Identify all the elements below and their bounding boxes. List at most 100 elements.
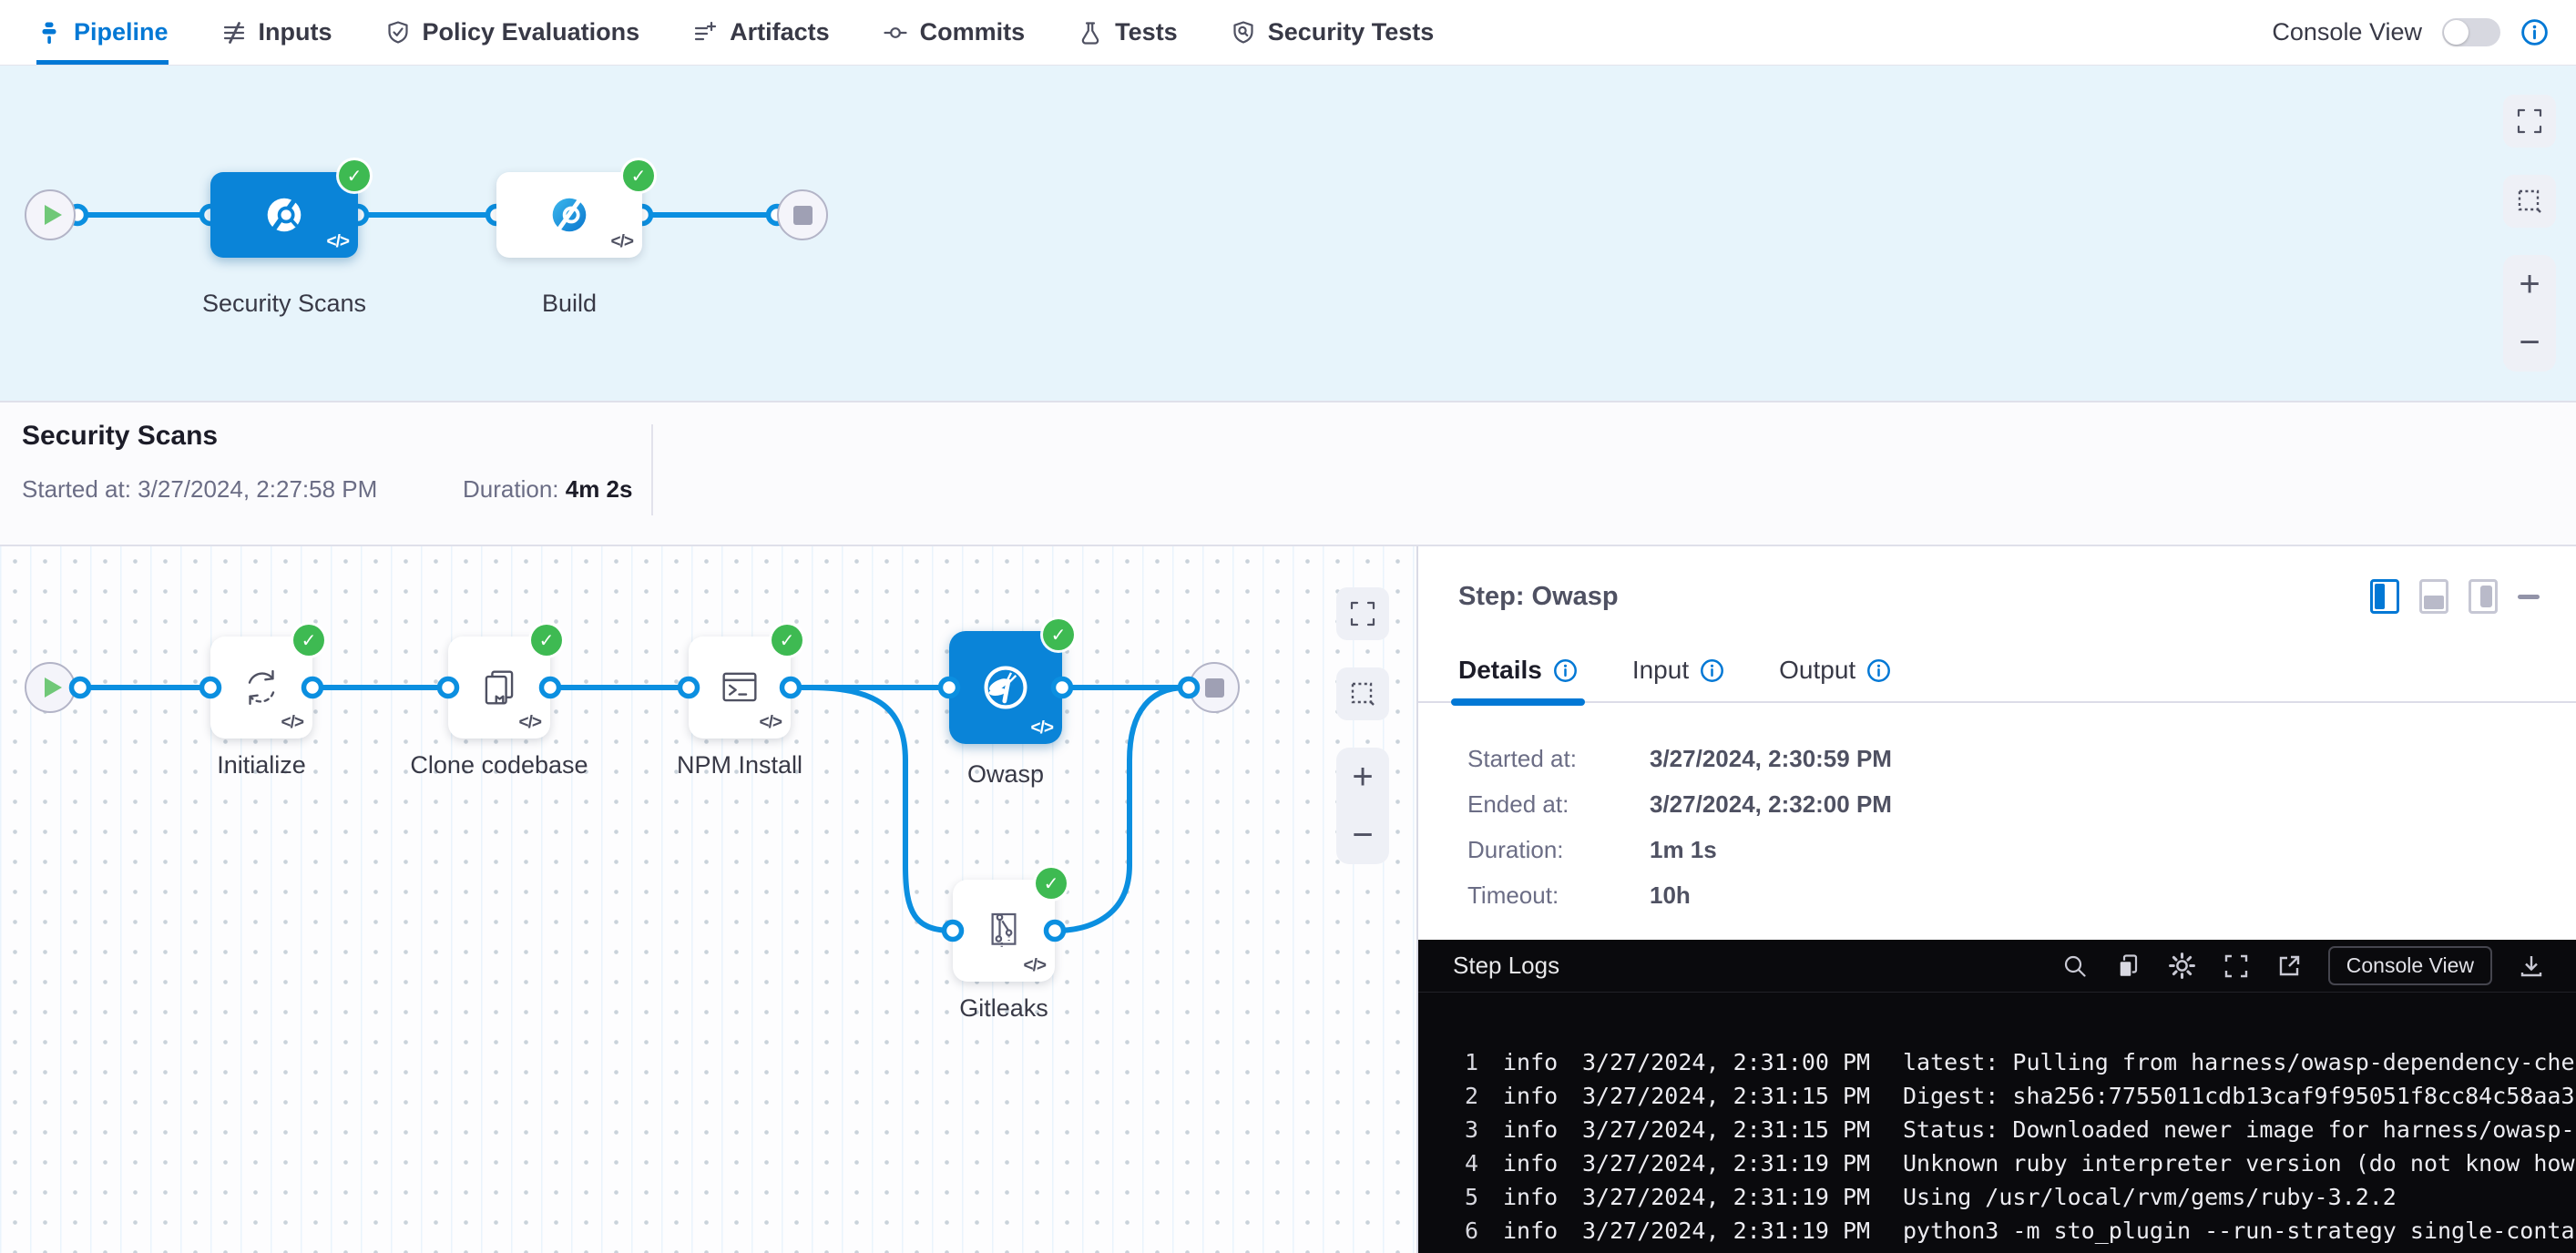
zoom-in-button[interactable]: + [2503,266,2556,302]
step-start-node[interactable] [25,662,76,713]
tab-details[interactable]: Details [1458,656,1578,701]
step-zoom-controls: + − [1336,748,1389,864]
log-line[interactable]: 6 info 3/27/2024, 2:31:19 PM python3 -m … [1440,1214,2576,1248]
log-level: info [1503,1116,1559,1143]
log-line[interactable]: 1 info 3/27/2024, 2:31:00 PM latest: Pul… [1440,1045,2576,1079]
search-logs-icon[interactable] [2061,952,2089,980]
expand-icon [1349,600,1376,627]
stage-select-area-button[interactable] [2503,175,2556,228]
panel-header: Step: Owasp [1418,546,2576,630]
tab-input[interactable]: Input [1632,656,1724,701]
tab-tests[interactable]: Tests [1078,0,1178,65]
zoom-out-button[interactable]: − [1336,817,1389,853]
copy-logs-icon[interactable] [2114,952,2142,980]
log-timestamp: 3/27/2024, 2:31:19 PM [1582,1184,1885,1210]
step-node-npm-install[interactable]: ✓ </> [689,637,791,739]
layout-bottom-view-button[interactable] [2419,579,2448,614]
marquee-icon [1349,680,1376,708]
log-settings-icon[interactable] [2167,951,2197,981]
log-line[interactable]: 3 info 3/27/2024, 2:31:15 PM Status: Dow… [1440,1113,2576,1146]
console-view-info-icon[interactable] [2520,18,2549,46]
step-label-clone-codebase: Clone codebase [375,751,623,779]
download-logs-icon[interactable] [2518,952,2545,980]
logs-console-view-button[interactable]: Console View [2328,946,2492,985]
layout-right-view-button[interactable] [2370,579,2399,614]
log-level: info [1503,1150,1559,1177]
zoom-in-button[interactable]: + [1336,759,1389,795]
log-line[interactable]: 4 info 3/27/2024, 2:31:19 PM Unknown rub… [1440,1146,2576,1180]
code-icon: </> [327,232,349,252]
step-node-owasp[interactable]: ✓ </> [949,631,1062,744]
zoom-out-button[interactable]: − [2503,324,2556,361]
log-line[interactable]: 2 info 3/27/2024, 2:31:15 PM Digest: sha… [1440,1079,2576,1113]
code-icon: </> [281,713,303,733]
minimize-panel-button[interactable] [2518,595,2540,599]
log-message: Status: Downloaded newer image for harne… [1903,1116,2576,1143]
open-logs-external-icon[interactable] [2275,952,2303,980]
tab-label: Commits [920,18,1026,46]
code-icon: </> [519,713,541,733]
step-label-npm-install: NPM Install [616,751,864,779]
initialize-icon [238,664,285,711]
log-message: python3 -m sto_plugin --run-strategy sin… [1903,1217,2576,1244]
layout-float-view-button[interactable] [2469,579,2498,614]
tab-pipeline[interactable]: Pipeline [36,0,169,65]
pipeline-icon [36,20,62,46]
step-select-area-button[interactable] [1336,667,1389,720]
build-stage-icon [544,189,595,240]
success-badge: ✓ [1036,868,1067,899]
detail-value: 3/27/2024, 2:32:00 PM [1650,790,1892,819]
detail-value: 10h [1650,881,1892,910]
lower-split: ✓ </> Initialize ✓ </> Clone codebase [0,546,2576,1253]
step-node-initialize[interactable]: ✓ </> [210,637,312,739]
fullscreen-logs-icon[interactable] [2223,952,2250,980]
step-label-initialize: Initialize [165,751,358,779]
output-info-icon[interactable] [1866,658,1891,683]
log-line[interactable]: 5 info 3/27/2024, 2:31:19 PM Using /usr/… [1440,1180,2576,1214]
console-view-toggle[interactable] [2442,18,2500,46]
step-node-gitleaks[interactable]: ✓ </> [953,880,1055,982]
step-logs-title: Step Logs [1453,952,1559,980]
stage-end-node[interactable] [777,189,828,240]
step-details-panel: Step: Owasp Details [1418,546,2576,1253]
detail-label: Duration: [1467,836,1650,864]
tab-label: Security Tests [1268,18,1435,46]
stage-fit-view-button[interactable] [2503,95,2556,148]
stage-node-security-scans[interactable]: ✓ </> [210,172,358,258]
stage-start-node[interactable] [25,189,76,240]
step-canvas-controls: + − [1336,587,1389,864]
log-level: info [1503,1083,1559,1109]
log-timestamp: 3/27/2024, 2:31:00 PM [1582,1049,1885,1075]
step-node-clone-codebase[interactable]: ✓ </> [448,637,550,739]
tab-security-tests[interactable]: Security Tests [1231,0,1435,65]
tab-policy-evaluations[interactable]: Policy Evaluations [385,0,640,65]
policy-evaluations-icon [385,20,411,46]
tab-artifacts[interactable]: Artifacts [692,0,830,65]
pipeline-execution-page: Pipeline Inputs Policy Evaluations [0,0,2576,1253]
tab-label: Tests [1115,18,1178,46]
stop-icon [793,206,813,225]
play-icon [45,205,62,225]
step-fit-view-button[interactable] [1336,587,1389,640]
details-info-icon[interactable] [1553,658,1578,683]
input-info-icon[interactable] [1700,658,1724,683]
gitleaks-icon [979,906,1028,955]
tab-inputs[interactable]: Inputs [221,0,332,65]
log-message: Unknown ruby interpreter version (do not… [1903,1150,2576,1177]
play-icon [45,677,62,698]
tab-output[interactable]: Output [1779,656,1891,701]
tab-label: Details [1458,656,1542,685]
tab-label: Output [1779,656,1855,685]
detail-value: 3/27/2024, 2:30:59 PM [1650,745,1892,773]
step-end-node[interactable] [1189,662,1240,713]
stage-node-build[interactable]: ✓ </> [496,172,642,258]
tab-commits[interactable]: Commits [883,0,1026,65]
log-message: latest: Pulling from harness/owasp-depen… [1903,1049,2576,1075]
log-level: info [1503,1217,1559,1244]
step-logs-panel: Step Logs [1418,940,2576,1253]
inputs-icon [221,20,247,46]
log-timestamp: 3/27/2024, 2:31:19 PM [1582,1150,1885,1177]
code-icon: </> [611,232,633,252]
step-label-owasp: Owasp [949,760,1062,789]
log-timestamp: 3/27/2024, 2:31:15 PM [1582,1083,1885,1109]
